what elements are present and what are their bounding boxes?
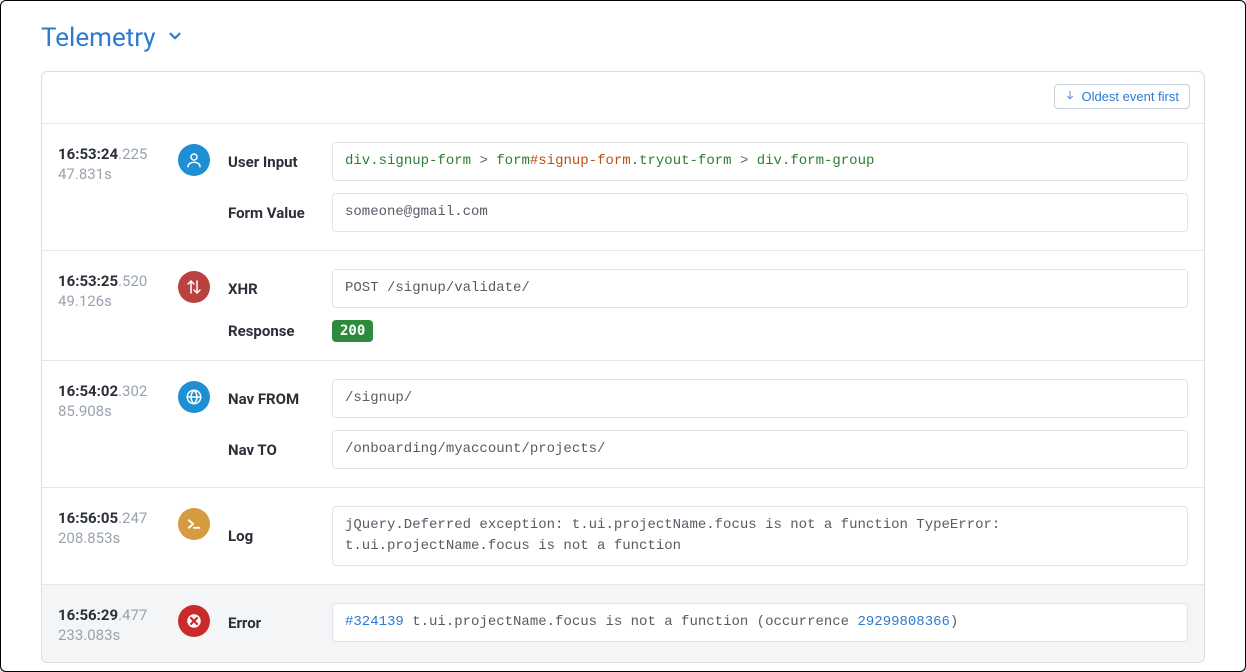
event-field: User Inputdiv.signup-form > form#signup-…	[228, 142, 1188, 181]
event-field: Response200	[228, 320, 1188, 342]
time-ms: .477	[118, 606, 147, 624]
time-main: 16:56:05	[58, 509, 118, 527]
field-label: Log	[228, 527, 332, 545]
sort-order-label: Oldest event first	[1081, 89, 1179, 104]
user-icon	[178, 144, 210, 176]
arrow-down-icon	[1065, 89, 1075, 104]
field-label: Nav TO	[228, 441, 332, 459]
field-label: Error	[228, 614, 332, 632]
event-row[interactable]: 16:56:05.247 208.853s LogjQuery.Deferred e…	[42, 488, 1204, 585]
time-offset: 208.853s	[58, 529, 178, 547]
event-body: Nav FROM/signup/Nav TO/onboarding/myacco…	[228, 379, 1188, 469]
field-label: User Input	[228, 153, 332, 171]
event-field: Nav FROM/signup/	[228, 379, 1188, 418]
event-body: Error#324139 t.ui.projectName.focus is n…	[228, 603, 1188, 644]
event-timestamp: 16:56:05.247 208.853s	[58, 506, 178, 566]
telemetry-panel: Telemetry Oldest event first 16:53:24.22…	[0, 0, 1246, 672]
event-field: Error#324139 t.ui.projectName.focus is n…	[228, 603, 1188, 642]
time-offset: 49.126s	[58, 292, 178, 310]
event-icon-col	[178, 269, 228, 342]
time-main: 16:56:29	[58, 606, 118, 624]
time-ms: .302	[118, 382, 147, 400]
time-offset: 47.831s	[58, 165, 178, 183]
time-ms: .247	[118, 509, 147, 527]
field-value: #324139 t.ui.projectName.focus is not a …	[332, 603, 1188, 642]
field-value: jQuery.Deferred exception: t.ui.projectN…	[332, 506, 1188, 566]
events-list: 16:53:24.225 47.831s User Inputdiv.signup-…	[42, 124, 1204, 662]
chevron-down-icon	[166, 27, 184, 49]
field-value: /signup/	[332, 379, 1188, 418]
event-body: LogjQuery.Deferred exception: t.ui.proje…	[228, 506, 1188, 566]
error-id-link[interactable]: #324139	[345, 614, 404, 630]
event-row[interactable]: 16:53:24.225 47.831s User Inputdiv.signup-…	[42, 124, 1204, 251]
event-icon-col	[178, 506, 228, 566]
error-icon	[178, 605, 210, 637]
globe-icon	[178, 381, 210, 413]
field-value: div.signup-form > form#signup-form.tryou…	[332, 142, 1188, 181]
event-row[interactable]: 16:56:29.477 233.083s Error#324139 t.ui.pr…	[42, 585, 1204, 662]
event-body: XHRPOST /signup/validate/Response200	[228, 269, 1188, 342]
time-main: 16:53:24	[58, 145, 118, 163]
time-main: 16:54:02	[58, 382, 118, 400]
event-timestamp: 16:53:24.225 47.831s	[58, 142, 178, 232]
event-icon-col	[178, 603, 228, 644]
events-panel: Oldest event first 16:53:24.225 47.831s Us…	[41, 71, 1205, 663]
time-offset: 233.083s	[58, 626, 178, 644]
status-badge: 200	[332, 320, 373, 342]
occurrence-link[interactable]: 29299808366	[858, 614, 950, 630]
time-ms: .520	[118, 272, 147, 290]
field-label: Response	[228, 322, 332, 340]
time-ms: .225	[118, 145, 147, 163]
sort-order-button[interactable]: Oldest event first	[1054, 84, 1190, 109]
event-icon-col	[178, 142, 228, 232]
field-label: Nav FROM	[228, 390, 332, 408]
log-icon	[178, 508, 210, 540]
event-field: Nav TO/onboarding/myaccount/projects/	[228, 430, 1188, 469]
event-row[interactable]: 16:54:02.302 85.908s Nav FROM/signup/Nav T…	[42, 361, 1204, 488]
panel-toolbar: Oldest event first	[42, 72, 1204, 124]
field-value: POST /signup/validate/	[332, 269, 1188, 308]
section-title: Telemetry	[41, 23, 156, 53]
field-label: Form Value	[228, 204, 332, 222]
field-value: someone@gmail.com	[332, 193, 1188, 232]
event-field: LogjQuery.Deferred exception: t.ui.proje…	[228, 506, 1188, 566]
event-timestamp: 16:56:29.477 233.083s	[58, 603, 178, 644]
event-timestamp: 16:54:02.302 85.908s	[58, 379, 178, 469]
field-label: XHR	[228, 280, 332, 298]
time-main: 16:53:25	[58, 272, 118, 290]
field-value: 200	[332, 320, 373, 342]
xhr-icon	[178, 271, 210, 303]
time-offset: 85.908s	[58, 402, 178, 420]
event-field: XHRPOST /signup/validate/	[228, 269, 1188, 308]
event-icon-col	[178, 379, 228, 469]
event-timestamp: 16:53:25.520 49.126s	[58, 269, 178, 342]
section-header[interactable]: Telemetry	[1, 17, 1245, 71]
event-field: Form Valuesomeone@gmail.com	[228, 193, 1188, 232]
event-body: User Inputdiv.signup-form > form#signup-…	[228, 142, 1188, 232]
field-value: /onboarding/myaccount/projects/	[332, 430, 1188, 469]
event-row[interactable]: 16:53:25.520 49.126s XHRPOST /signup/valid…	[42, 251, 1204, 361]
